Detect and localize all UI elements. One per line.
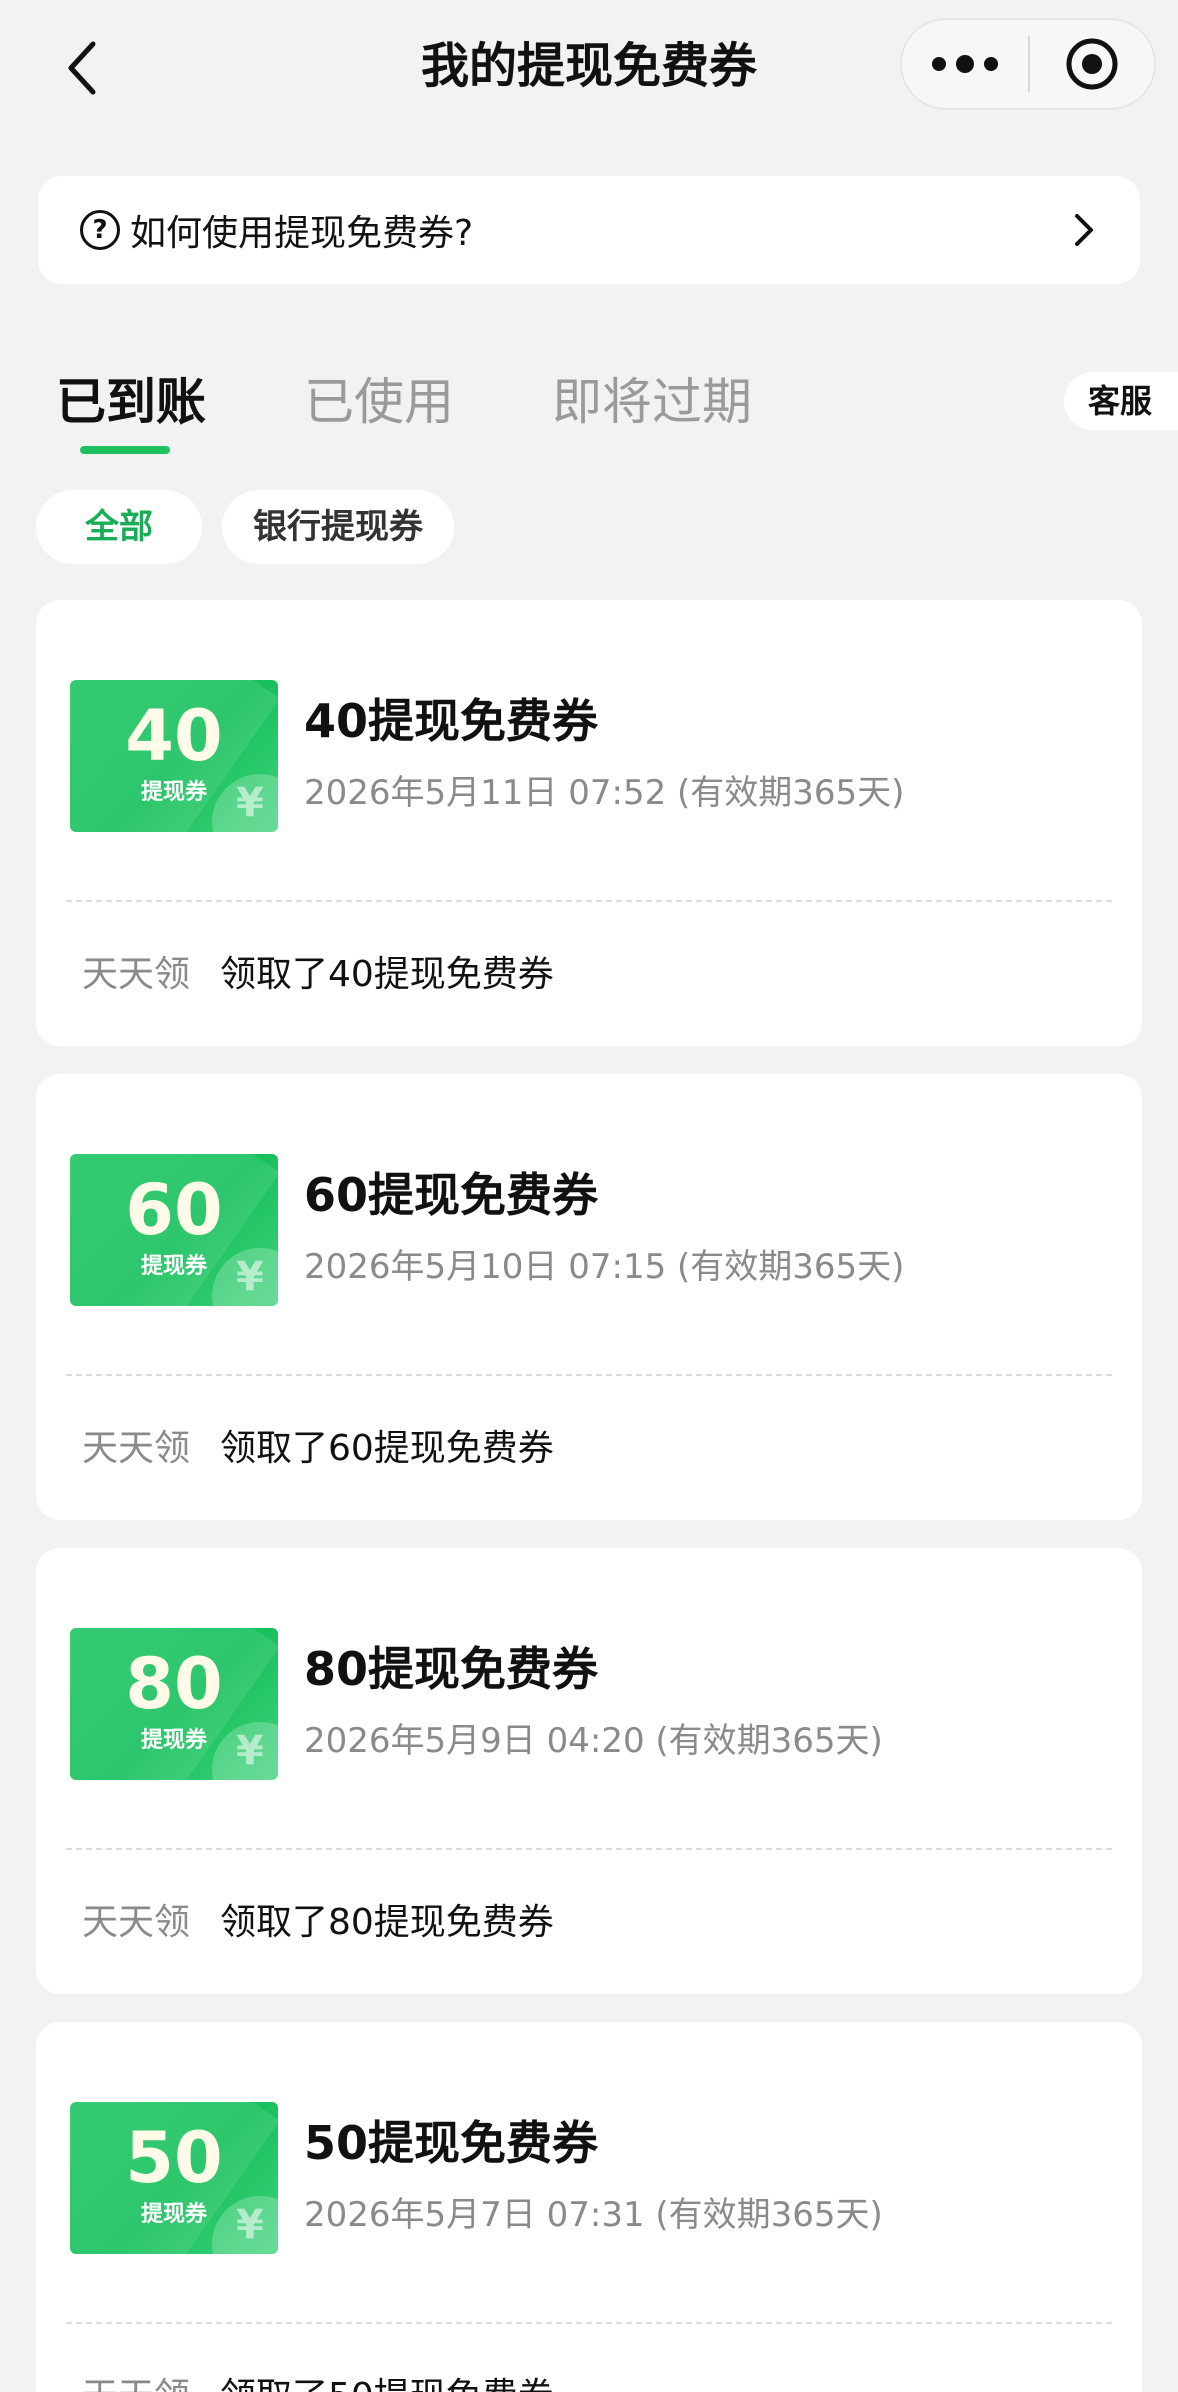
coupon-desc: 领取了40提现免费券 [220,954,554,995]
tab-received[interactable]: 已到账 [56,370,206,434]
coupon-badge: ¥ 40 提现券 [70,680,278,832]
coupon-date: 2026年5月11日 07:52 (有效期365天) [304,773,905,813]
coupon-title: 60提现免费券 [304,1168,599,1222]
chevron-right-icon [1075,214,1093,246]
coupon-title: 80提现免费券 [304,1642,599,1696]
coupon-card[interactable]: ¥ 40 提现券 40提现免费券 2026年5月11日 07:52 (有效期36… [36,600,1142,1046]
coupon-amount: 60 [125,1169,223,1251]
tab-expiring[interactable]: 即将过期 [552,370,752,434]
coupon-source: 天天领 [82,2372,190,2392]
coupon-unit: 提现券 [140,1728,207,1753]
mini-program-capsule [900,18,1156,110]
coupon-badge: ¥ 60 提现券 [70,1154,278,1306]
coupon-amount: 80 [125,1643,223,1725]
card-divider [66,2322,1112,2324]
customer-service-button[interactable]: 客服 [1064,372,1178,430]
coupon-badge: ¥ 80 提现券 [70,1628,278,1780]
tab-active-indicator [80,446,170,454]
coupon-badge: ¥ 50 提现券 [70,2102,278,2254]
card-divider [66,1374,1112,1376]
more-dots-icon [932,57,946,71]
question-icon: ? [80,210,120,250]
help-text: 如何使用提现免费券? [130,213,474,254]
card-divider [66,1848,1112,1850]
more-button[interactable] [902,20,1028,108]
coupon-card[interactable]: ¥ 80 提现券 80提现免费券 2026年5月9日 04:20 (有效期365… [36,1548,1142,1994]
close-target-icon [1066,38,1118,90]
coupon-desc: 领取了80提现免费券 [220,1902,554,1943]
coupon-amount: 50 [125,2117,223,2199]
coupon-desc: 领取了50提现免费券 [220,2372,554,2392]
coupon-source: 天天领 [82,1902,191,1943]
coupon-date: 2026年5月7日 07:31 (有效期365天) [304,2195,883,2235]
help-bar[interactable]: ? 如何使用提现免费券? [38,176,1140,284]
coupon-source: 天天领 [82,954,191,995]
close-button[interactable] [1030,20,1154,108]
filter-chip-all[interactable]: 全部 [36,490,202,564]
coupon-title: 40提现免费券 [304,694,599,748]
card-divider [66,900,1112,902]
coupon-amount: 40 [125,695,223,777]
coupon-source: 天天领 [82,1428,191,1469]
tab-used[interactable]: 已使用 [304,370,454,434]
coupon-unit: 提现券 [140,2202,207,2227]
coupon-date: 2026年5月10日 07:15 (有效期365天) [304,1247,905,1287]
coupon-card[interactable]: ¥ 60 提现券 60提现免费券 2026年5月10日 07:15 (有效期36… [36,1074,1142,1520]
header: 我的提现免费券 [0,0,1178,140]
coupon-date: 2026年5月9日 04:20 (有效期365天) [304,1721,883,1761]
filter-chip-bank[interactable]: 银行提现券 [222,490,454,564]
coupon-desc: 领取了60提现免费券 [220,1428,554,1469]
coupon-unit: 提现券 [140,1254,207,1279]
tab-bar: 已到账 已使用 即将过期 [0,360,1178,460]
coupon-title: 50提现免费券 [304,2116,599,2170]
coupon-card[interactable]: ¥ 50 提现券 50提现免费券 2026年5月7日 07:31 (有效期365… [36,2022,1142,2392]
coupon-unit: 提现券 [140,780,207,805]
